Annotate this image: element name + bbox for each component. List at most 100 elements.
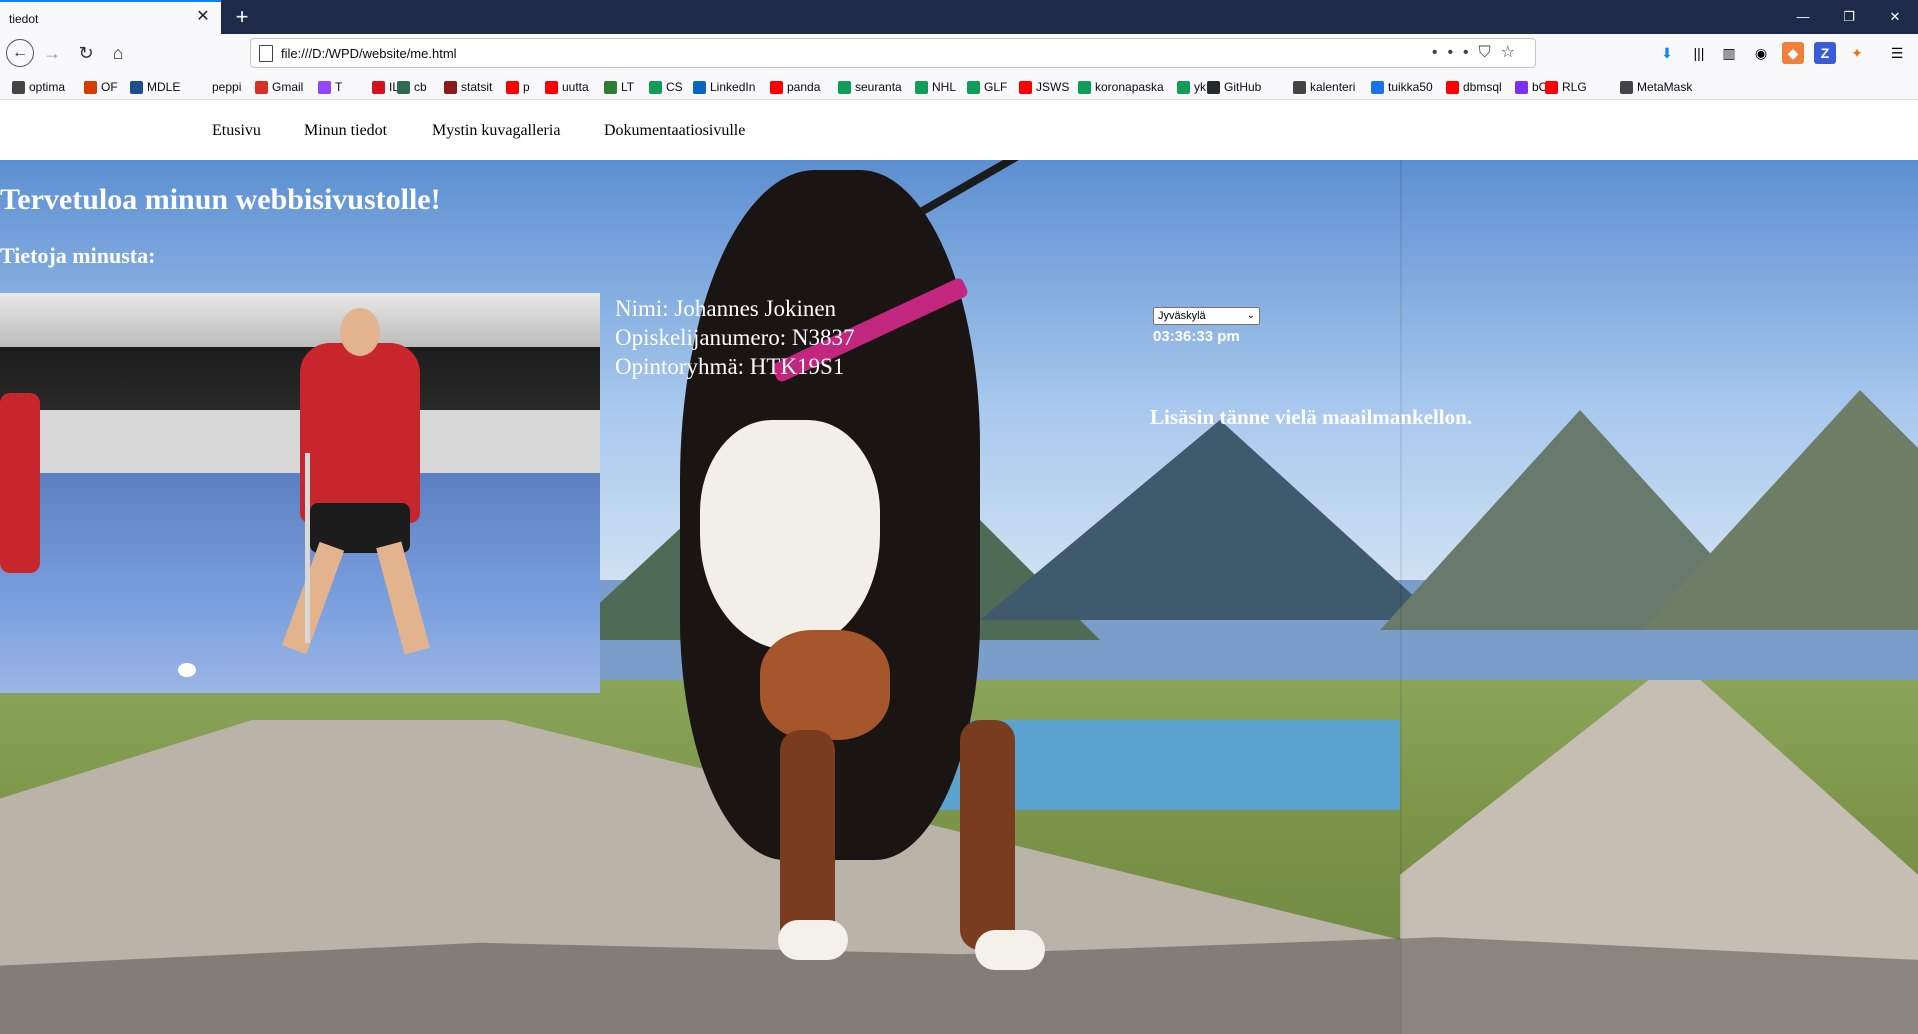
minimize-icon[interactable]: — bbox=[1780, 0, 1826, 34]
extension-icon[interactable]: ◆ bbox=[1782, 42, 1804, 64]
bookmark-label: T bbox=[335, 80, 343, 94]
tab-title: tiedot bbox=[9, 12, 39, 26]
bookmark-panda[interactable]: panda bbox=[770, 79, 820, 95]
moodle-icon bbox=[130, 80, 143, 94]
bookmark-label: statsit bbox=[461, 80, 493, 94]
bookmark-yk[interactable]: yk bbox=[1177, 79, 1206, 95]
bookmark-statsit[interactable]: statsit bbox=[444, 79, 492, 95]
youtube-icon bbox=[770, 80, 783, 94]
browser-tab[interactable]: tiedot ✕ bbox=[0, 0, 221, 34]
globe-icon bbox=[1293, 80, 1306, 94]
bookmark-label: CS bbox=[666, 80, 683, 94]
bookmark-label: dbmsql bbox=[1463, 80, 1502, 94]
bookmark-t[interactable]: T bbox=[318, 79, 342, 95]
bookmark-jsws[interactable]: JSWS bbox=[1019, 79, 1069, 95]
bookmark-glf[interactable]: GLF bbox=[967, 79, 1007, 95]
bookmark-github[interactable]: GitHub bbox=[1207, 79, 1261, 95]
bookmark-metamask[interactable]: MetaMask bbox=[1620, 79, 1692, 95]
globe-icon bbox=[12, 80, 25, 94]
bookmark-kalenteri[interactable]: kalenteri bbox=[1293, 79, 1355, 95]
bookmark-label: yk bbox=[1194, 80, 1206, 94]
menu-link-minun-tiedot[interactable]: Minun tiedot bbox=[304, 122, 387, 140]
about-heading: Tietoja minusta: bbox=[0, 243, 156, 268]
bookmark-optima[interactable]: optima bbox=[12, 79, 65, 95]
timezone-select[interactable]: Jyväskylä ⌄ bbox=[1153, 307, 1260, 325]
bookmark-nhl[interactable]: NHL bbox=[915, 79, 956, 95]
timezone-value: Jyväskylä bbox=[1158, 310, 1206, 322]
bookmark-label: p bbox=[523, 80, 530, 94]
sidebar-icon[interactable]: ▥ bbox=[1718, 42, 1740, 64]
youtube-icon bbox=[506, 80, 519, 94]
bookmark-linkedin[interactable]: LinkedIn bbox=[693, 79, 755, 95]
page-title: Tervetuloa minun webbisivustolle! bbox=[0, 183, 441, 216]
sheets-icon bbox=[1078, 80, 1091, 94]
bookmark-label: koronapaska bbox=[1095, 80, 1164, 94]
bookmark-tuikka50[interactable]: tuikka50 bbox=[1371, 79, 1433, 95]
bookmark-mdle[interactable]: MDLE bbox=[130, 79, 180, 95]
bookmark-dbmsql[interactable]: dbmsql bbox=[1446, 79, 1502, 95]
bookmark-cs[interactable]: CS bbox=[649, 79, 683, 95]
home-button[interactable]: ⌂ bbox=[104, 39, 132, 67]
close-tab-icon[interactable]: ✕ bbox=[193, 7, 213, 27]
url-text[interactable]: file:///D:/WPD/website/me.html bbox=[281, 46, 457, 61]
bookmark-seuranta[interactable]: seuranta bbox=[838, 79, 902, 95]
bookmark-uutta[interactable]: uutta bbox=[545, 79, 589, 95]
back-button[interactable]: ← bbox=[6, 39, 34, 67]
bookmark-label: panda bbox=[787, 80, 821, 94]
info-group: Opintoryhmä: HTK19S1 bbox=[615, 354, 845, 379]
info-student-number: Opiskelijanumero: N3837 bbox=[615, 325, 855, 350]
bookmark-rlg[interactable]: RLG bbox=[1545, 79, 1587, 95]
menu-icon[interactable]: ☰ bbox=[1886, 42, 1908, 64]
menu-link-kuvagalleria[interactable]: Mystin kuvagalleria bbox=[432, 122, 560, 140]
bookmark-label: RLG bbox=[1562, 80, 1587, 94]
sheets-icon bbox=[649, 80, 662, 94]
bookmark-koronapaska[interactable]: koronapaska bbox=[1078, 79, 1164, 95]
bookmark-lt[interactable]: LT bbox=[604, 79, 634, 95]
bookmarks-bar: optima OF MDLE peppi Gmail T IL cb statsit p uutta… bbox=[0, 72, 1918, 100]
zotero-icon[interactable]: Z bbox=[1814, 42, 1836, 64]
bookmark-gmail[interactable]: Gmail bbox=[255, 79, 303, 95]
youtube-icon bbox=[1019, 80, 1032, 94]
twitch-icon bbox=[318, 80, 331, 94]
bookmark-bo[interactable]: bO bbox=[1515, 79, 1548, 95]
chevron-down-icon: ⌄ bbox=[1246, 310, 1255, 321]
forward-button[interactable]: → bbox=[38, 39, 66, 67]
bookmark-label: OF bbox=[101, 80, 118, 94]
youtube-icon bbox=[1545, 80, 1558, 94]
bookmark-label: tuikka50 bbox=[1388, 80, 1433, 94]
metamask-icon[interactable]: ✦ bbox=[1846, 42, 1868, 64]
lt-icon bbox=[604, 80, 617, 94]
sheets-icon bbox=[1177, 80, 1190, 94]
bookmark-label: MDLE bbox=[147, 80, 181, 94]
restore-icon[interactable]: ❐ bbox=[1826, 0, 1872, 34]
sheets-icon bbox=[915, 80, 928, 94]
youtube-icon bbox=[1446, 80, 1459, 94]
bookmark-label: LinkedIn bbox=[710, 80, 756, 94]
bookmark-il[interactable]: IL bbox=[372, 79, 399, 95]
close-window-icon[interactable]: ✕ bbox=[1872, 0, 1918, 34]
url-bar[interactable]: file:///D:/WPD/website/me.html •••⛉☆ bbox=[250, 38, 1536, 68]
il-icon bbox=[372, 80, 385, 94]
new-tab-button[interactable]: + bbox=[227, 2, 257, 32]
bookmark-label: NHL bbox=[932, 80, 957, 94]
browser-titlebar bbox=[0, 0, 1918, 34]
bookmark-label: kalenteri bbox=[1310, 80, 1356, 94]
bookmark-peppi[interactable]: peppi bbox=[212, 79, 241, 95]
bookmark-label: LT bbox=[621, 80, 635, 94]
page-actions-icons[interactable]: •••⛉☆ bbox=[1432, 42, 1525, 62]
bookmark-cb[interactable]: cb bbox=[397, 79, 427, 95]
globe-icon bbox=[1620, 80, 1633, 94]
downloads-icon[interactable]: ⬇ bbox=[1656, 42, 1678, 64]
bookmark-p[interactable]: p bbox=[506, 79, 530, 95]
account-icon[interactable]: ◉ bbox=[1750, 42, 1772, 64]
reload-button[interactable]: ↻ bbox=[72, 39, 100, 67]
menu-link-dokumentaatio[interactable]: Dokumentaatiosivulle bbox=[604, 122, 745, 140]
bookmark-of[interactable]: OF bbox=[84, 79, 118, 95]
bookmark-label: GLF bbox=[984, 80, 1008, 94]
n-icon bbox=[444, 80, 457, 94]
library-icon[interactable]: ||| bbox=[1688, 42, 1710, 64]
bookmark-label: GitHub bbox=[1224, 80, 1262, 94]
menu-link-etusivu[interactable]: Etusivu bbox=[212, 122, 261, 140]
info-name: Nimi: Johannes Jokinen bbox=[615, 296, 837, 321]
gmail-icon bbox=[255, 80, 268, 94]
